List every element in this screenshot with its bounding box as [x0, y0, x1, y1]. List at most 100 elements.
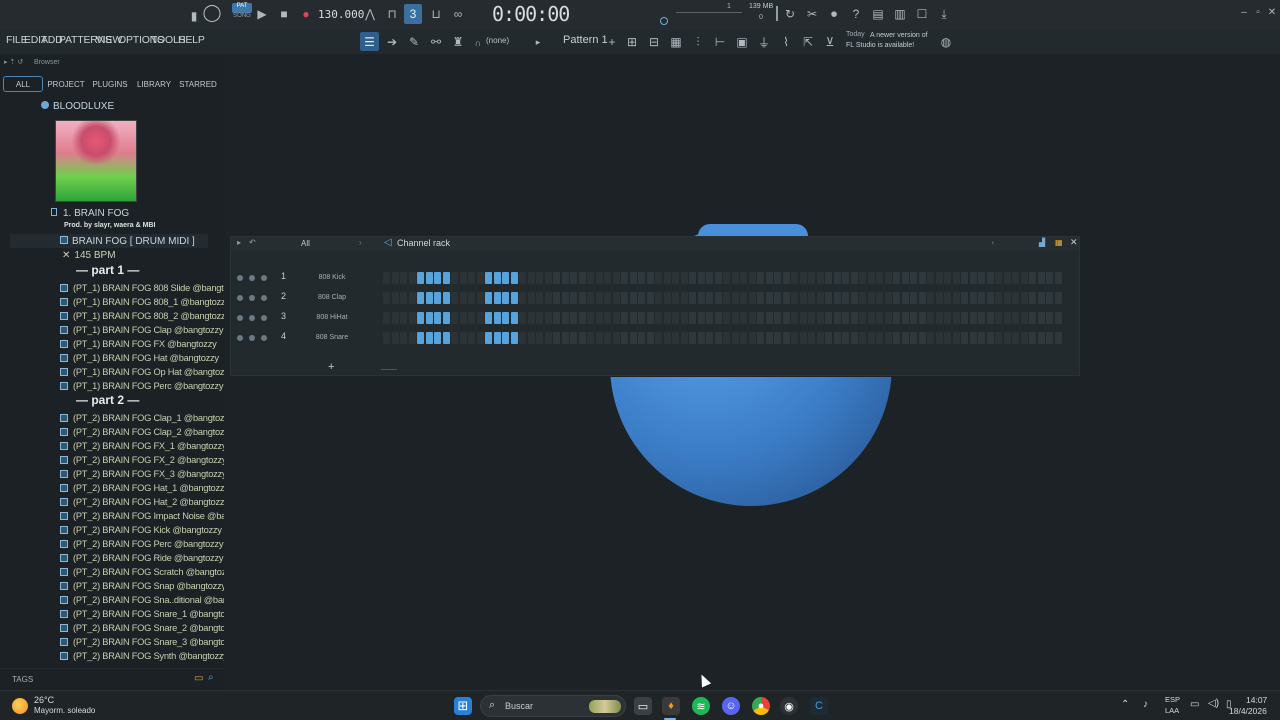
step-button[interactable]: [680, 292, 688, 304]
tab-starred[interactable]: STARRED: [178, 76, 218, 92]
step-button[interactable]: [952, 312, 960, 324]
step-button[interactable]: [544, 272, 552, 284]
channel-row[interactable]: 3 808 HiHat: [231, 309, 1081, 325]
channel-rack-titlebar[interactable]: ▸ ↶ All › ◁ Channel rack ◐ ▟ ▦ ✕: [231, 237, 1079, 251]
step-button[interactable]: [570, 332, 577, 344]
channel-number[interactable]: 2: [281, 291, 286, 301]
channel-mute-led[interactable]: [237, 335, 243, 341]
step-button[interactable]: [544, 292, 552, 304]
tab-plugins[interactable]: PLUGINS: [90, 76, 130, 92]
help-icon[interactable]: ?: [848, 6, 864, 22]
midi-file-item[interactable]: (PT_2) BRAIN FOG Snare_3 @bangtozzy: [60, 635, 239, 649]
step-button[interactable]: [476, 312, 484, 324]
step-button[interactable]: [748, 292, 756, 304]
step-button[interactable]: [1054, 292, 1062, 304]
step-button[interactable]: [587, 332, 594, 344]
step-button[interactable]: [961, 292, 968, 304]
step-button[interactable]: [485, 272, 492, 284]
step-button[interactable]: [876, 332, 883, 344]
step-button[interactable]: [383, 312, 390, 324]
step-button[interactable]: [689, 332, 696, 344]
step-button[interactable]: [1029, 272, 1036, 284]
step-button[interactable]: [884, 332, 892, 344]
step-button[interactable]: [799, 312, 807, 324]
step-button[interactable]: [476, 332, 484, 344]
step-button[interactable]: [587, 292, 594, 304]
step-button[interactable]: [485, 312, 492, 324]
step-button[interactable]: [391, 312, 399, 324]
step-button[interactable]: [604, 292, 611, 304]
channel-name-button[interactable]: 808 Clap: [299, 290, 365, 304]
step-button[interactable]: [740, 312, 747, 324]
step-button[interactable]: [646, 272, 654, 284]
step-button[interactable]: [510, 272, 518, 284]
tab-library[interactable]: LIBRARY: [134, 76, 174, 92]
step-button[interactable]: [400, 332, 407, 344]
step-button[interactable]: [825, 332, 832, 344]
step-button[interactable]: [935, 272, 943, 284]
step-button[interactable]: [782, 332, 790, 344]
share-icon[interactable]: ⇱: [800, 34, 816, 50]
step-button[interactable]: [544, 332, 552, 344]
step-button[interactable]: [663, 292, 671, 304]
step-button[interactable]: [570, 272, 577, 284]
midi-file-item[interactable]: (PT_1) BRAIN FOG Op Hat @bangtozzy: [60, 365, 233, 379]
step-button[interactable]: [621, 312, 628, 324]
step-button[interactable]: [918, 292, 926, 304]
step-button[interactable]: [927, 292, 934, 304]
step-button[interactable]: [621, 332, 628, 344]
close-rack-icon[interactable]: ✕: [1070, 237, 1078, 248]
step-button[interactable]: [663, 272, 671, 284]
step-button[interactable]: [536, 332, 543, 344]
midi-file-item[interactable]: (PT_1) BRAIN FOG Perc @bangtozzy: [60, 379, 223, 393]
step-button[interactable]: [655, 312, 662, 324]
plugin-icon[interactable]: ▣: [734, 34, 750, 50]
step-button[interactable]: [561, 332, 569, 344]
step-button[interactable]: [638, 292, 645, 304]
step-button[interactable]: [910, 272, 917, 284]
step-button[interactable]: [961, 312, 968, 324]
step-button[interactable]: [867, 312, 875, 324]
midi-file-item[interactable]: (PT_1) BRAIN FOG Hat @bangtozzy: [60, 351, 219, 365]
step-button[interactable]: [434, 272, 441, 284]
step-button[interactable]: [442, 332, 450, 344]
step-button[interactable]: [680, 332, 688, 344]
step-button[interactable]: [859, 292, 866, 304]
step-button[interactable]: [1037, 292, 1045, 304]
step-button[interactable]: [706, 292, 713, 304]
song-position-time[interactable]: 0:00:00: [492, 2, 570, 26]
step-button[interactable]: [442, 272, 450, 284]
step-button[interactable]: [612, 272, 620, 284]
step-button[interactable]: [927, 312, 934, 324]
step-button[interactable]: [978, 292, 985, 304]
step-button[interactable]: [825, 292, 832, 304]
step-button[interactable]: [553, 292, 560, 304]
step-button[interactable]: [485, 292, 492, 304]
step-button[interactable]: [451, 292, 458, 304]
rack-options-icon[interactable]: ▸: [237, 238, 241, 247]
step-button[interactable]: [425, 312, 433, 324]
step-button[interactable]: [680, 312, 688, 324]
step-button[interactable]: [910, 292, 917, 304]
step-button[interactable]: [383, 332, 390, 344]
step-button[interactable]: [723, 312, 730, 324]
folder-bloodluxe[interactable]: BLOODLUXE: [41, 101, 114, 112]
step-button[interactable]: [1046, 292, 1053, 304]
step-button[interactable]: [842, 332, 849, 344]
step-button[interactable]: [527, 332, 535, 344]
step-button[interactable]: [918, 312, 926, 324]
step-button[interactable]: [527, 312, 535, 324]
step-button[interactable]: [553, 272, 560, 284]
step-button[interactable]: [791, 332, 798, 344]
step-button[interactable]: [1020, 312, 1028, 324]
step-button[interactable]: [425, 332, 433, 344]
midi-file-item[interactable]: (PT_1) BRAIN FOG Clap @bangtozzy: [60, 323, 224, 337]
add-pattern-icon[interactable]: +: [604, 34, 620, 50]
step-button[interactable]: [791, 312, 798, 324]
step-button[interactable]: [782, 312, 790, 324]
step-button[interactable]: [655, 272, 662, 284]
update-notice[interactable]: A newer version of FL Studio is availabl…: [846, 31, 934, 51]
pattern-selector[interactable]: Pattern 1: [563, 34, 608, 46]
step-button[interactable]: [765, 272, 773, 284]
step-button[interactable]: [765, 312, 773, 324]
